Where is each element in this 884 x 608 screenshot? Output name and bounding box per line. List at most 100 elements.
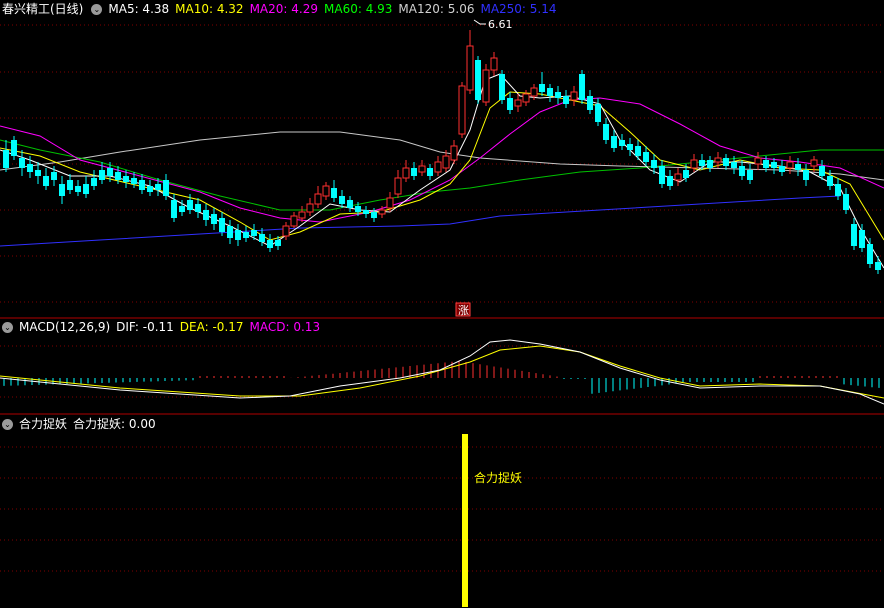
zhang-marker: 涨	[455, 302, 471, 317]
candle-body	[875, 262, 881, 270]
candle-body	[35, 170, 41, 176]
candle-body	[450, 145, 458, 161]
candle-body	[259, 234, 265, 242]
candle-body	[810, 159, 818, 167]
candle-body	[371, 212, 377, 218]
candle-body	[418, 165, 426, 173]
candle-body	[699, 160, 705, 166]
candle-body	[306, 203, 314, 213]
high-price-label: 6.61	[488, 18, 513, 31]
candle-body	[619, 140, 625, 146]
candle-body	[579, 74, 585, 100]
candle-body	[507, 98, 513, 110]
candle-body	[339, 196, 345, 204]
candle-body	[378, 209, 386, 215]
candle-body	[187, 200, 193, 210]
candle-body	[163, 180, 169, 196]
candle-body	[195, 204, 201, 212]
candle-body	[466, 45, 474, 91]
zhang-label: 涨	[458, 304, 469, 317]
candle-body	[490, 57, 498, 71]
candle-body	[835, 184, 841, 196]
candle-body	[19, 158, 25, 168]
candle-body	[298, 211, 306, 219]
candle-body	[803, 170, 809, 180]
candle-body	[235, 230, 241, 240]
candle-body	[43, 176, 49, 186]
signal-bar	[462, 434, 468, 607]
dif-line	[0, 339, 884, 405]
candle-body	[763, 160, 769, 168]
candle-body	[570, 91, 578, 101]
candle-body	[555, 92, 561, 98]
candle-body	[59, 184, 65, 196]
candle-body	[795, 164, 801, 170]
candle-body	[827, 176, 833, 186]
candle-body	[674, 173, 682, 181]
candle-body	[3, 150, 9, 168]
candle-body	[363, 210, 369, 214]
candle-body	[514, 99, 522, 107]
candle-body	[707, 160, 713, 168]
candle-body	[667, 176, 673, 186]
candle-body	[67, 180, 73, 190]
candle-body	[91, 178, 97, 186]
candle-body	[402, 167, 410, 179]
candle-body	[659, 166, 665, 184]
candle-body	[219, 218, 225, 232]
candle-body	[267, 240, 273, 248]
candle-body	[714, 157, 722, 163]
candle-body	[683, 170, 689, 178]
candle-body	[539, 84, 545, 92]
candle-body	[522, 93, 530, 103]
candle-body	[347, 200, 353, 208]
candle-body	[851, 224, 857, 246]
candle-body	[434, 161, 442, 173]
candle-body	[475, 60, 481, 100]
candle-body	[530, 87, 538, 97]
candle-body	[107, 168, 113, 176]
candle-body	[314, 193, 322, 205]
candle-body	[411, 168, 417, 176]
candle-body	[147, 186, 153, 192]
candle-body	[651, 160, 657, 168]
candle-body	[179, 206, 185, 212]
candle-body	[843, 194, 849, 210]
candle-body	[115, 172, 121, 180]
candle-body	[394, 177, 402, 195]
high-marker: 6.61	[473, 18, 513, 31]
candle-body	[867, 244, 873, 264]
candle-body	[723, 158, 729, 166]
candle-body	[859, 230, 865, 248]
candle-body	[251, 230, 257, 236]
candle-body	[11, 140, 17, 156]
candle-body	[386, 197, 394, 209]
candle-body	[155, 184, 161, 190]
ma250-line	[0, 195, 841, 247]
candle-body	[603, 124, 609, 140]
candle-body	[211, 214, 217, 224]
candle-body	[75, 186, 81, 192]
candle-body	[771, 162, 777, 168]
candle-body	[587, 96, 593, 110]
candle-body	[547, 88, 553, 96]
candle-body	[595, 104, 601, 122]
candle-body	[123, 176, 129, 182]
candle-body	[747, 170, 753, 180]
kline-chart[interactable]: 6.61 涨 合力捉妖	[0, 0, 884, 608]
candle-body	[427, 168, 433, 176]
candle-body	[355, 206, 361, 212]
candle-body	[83, 184, 89, 194]
candle-body	[27, 164, 33, 172]
candle-body	[131, 178, 137, 184]
candle-body	[243, 232, 249, 238]
candle-body	[786, 161, 794, 169]
candle-body	[290, 215, 298, 227]
ma20-line	[0, 97, 884, 223]
candle-body	[739, 166, 745, 176]
dea-line	[0, 345, 884, 399]
grid	[0, 24, 884, 572]
candle-body	[690, 159, 698, 169]
candle-body	[643, 152, 649, 162]
candle-body	[779, 166, 785, 172]
